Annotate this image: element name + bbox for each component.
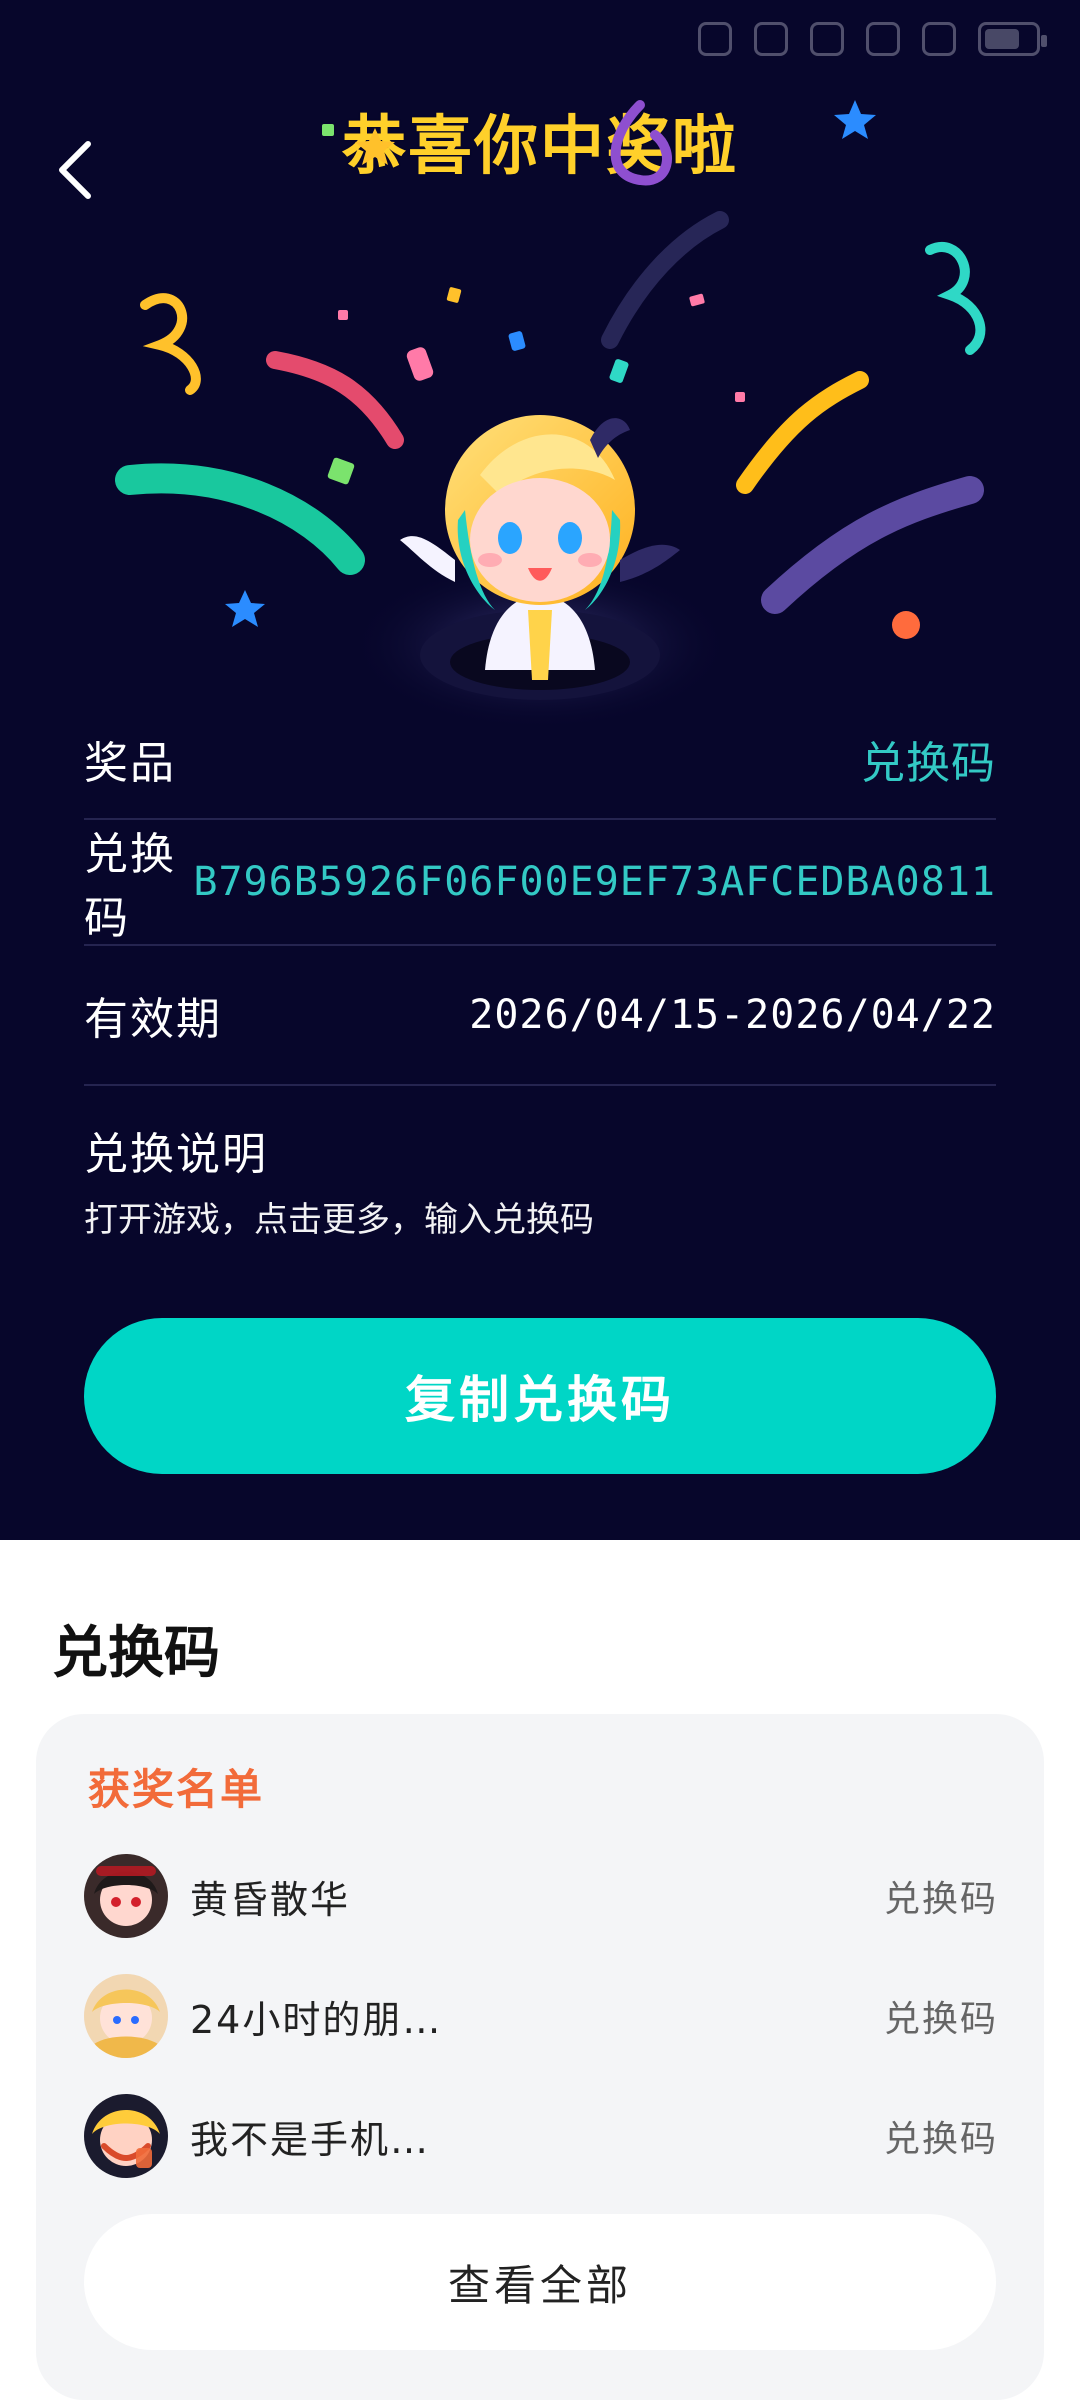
prize-label: 奖品 — [84, 738, 176, 789]
bell-icon — [810, 22, 844, 56]
winners-card: 获奖名单 黄昏散华 兑换码 24小时的朋… 兑换码 我不是手机… 兑换码 查看全… — [36, 1714, 1044, 2400]
wifi-icon — [866, 22, 900, 56]
code-value: B796B5926F06F00E9EF73AFCEDBA0811 — [193, 859, 996, 905]
eye-icon — [698, 22, 732, 56]
avatar — [84, 1974, 168, 2058]
copy-code-button[interactable]: 复制兑换码 — [84, 1318, 996, 1474]
notification-icon — [754, 22, 788, 56]
validity-value: 2026/04/15-2026/04/22 — [469, 992, 996, 1038]
winner-prize: 兑换码 — [883, 1999, 998, 2040]
code-row: 兑换码 B796B5926F06F00E9EF73AFCEDBA0811 — [84, 818, 996, 944]
status-icons — [698, 22, 1047, 56]
code-label: 兑换码 — [84, 829, 176, 944]
winner-prize: 兑换码 — [883, 1879, 998, 1920]
winner-item: 黄昏散华 兑换码 — [84, 1850, 998, 1942]
signal-icon — [922, 22, 956, 56]
winner-item: 24小时的朋… 兑换码 — [84, 1970, 998, 2062]
instructions-text: 打开游戏，点击更多，输入兑换码 — [84, 1200, 594, 1240]
winners-heading: 获奖名单 — [88, 1765, 265, 1814]
winner-item: 我不是手机… 兑换码 — [84, 2090, 998, 2182]
prize-details: 奖品 兑换码 兑换码 B796B5926F06F00E9EF73AFCEDBA0… — [84, 700, 996, 1266]
winner-name: 黄昏散华 — [190, 1877, 351, 1922]
instructions-label: 兑换说明 — [84, 1129, 268, 1180]
avatar — [84, 2094, 168, 2178]
prize-hero-panel: 恭喜你中奖啦 奖品 兑换码 兑换码 B796B5926F06F00E9EF73A… — [0, 0, 1080, 1540]
winner-name: 24小时的朋… — [190, 1997, 443, 2042]
prize-row: 奖品 兑换码 — [84, 700, 996, 818]
instructions-row: 兑换说明 打开游戏，点击更多，输入兑换码 — [84, 1084, 996, 1266]
status-bar — [0, 0, 1080, 90]
avatar — [84, 1854, 168, 1938]
winner-name: 我不是手机… — [190, 2117, 431, 2162]
battery-icon — [978, 22, 1047, 56]
section-title: 兑换码 — [52, 1621, 220, 1686]
prize-value: 兑换码 — [861, 738, 996, 789]
winner-prize: 兑换码 — [883, 2119, 998, 2160]
validity-row: 有效期 2026/04/15-2026/04/22 — [84, 944, 996, 1084]
validity-label: 有效期 — [84, 994, 222, 1045]
view-all-button[interactable]: 查看全部 — [84, 2214, 996, 2350]
celebration-illustration — [115, 100, 986, 730]
